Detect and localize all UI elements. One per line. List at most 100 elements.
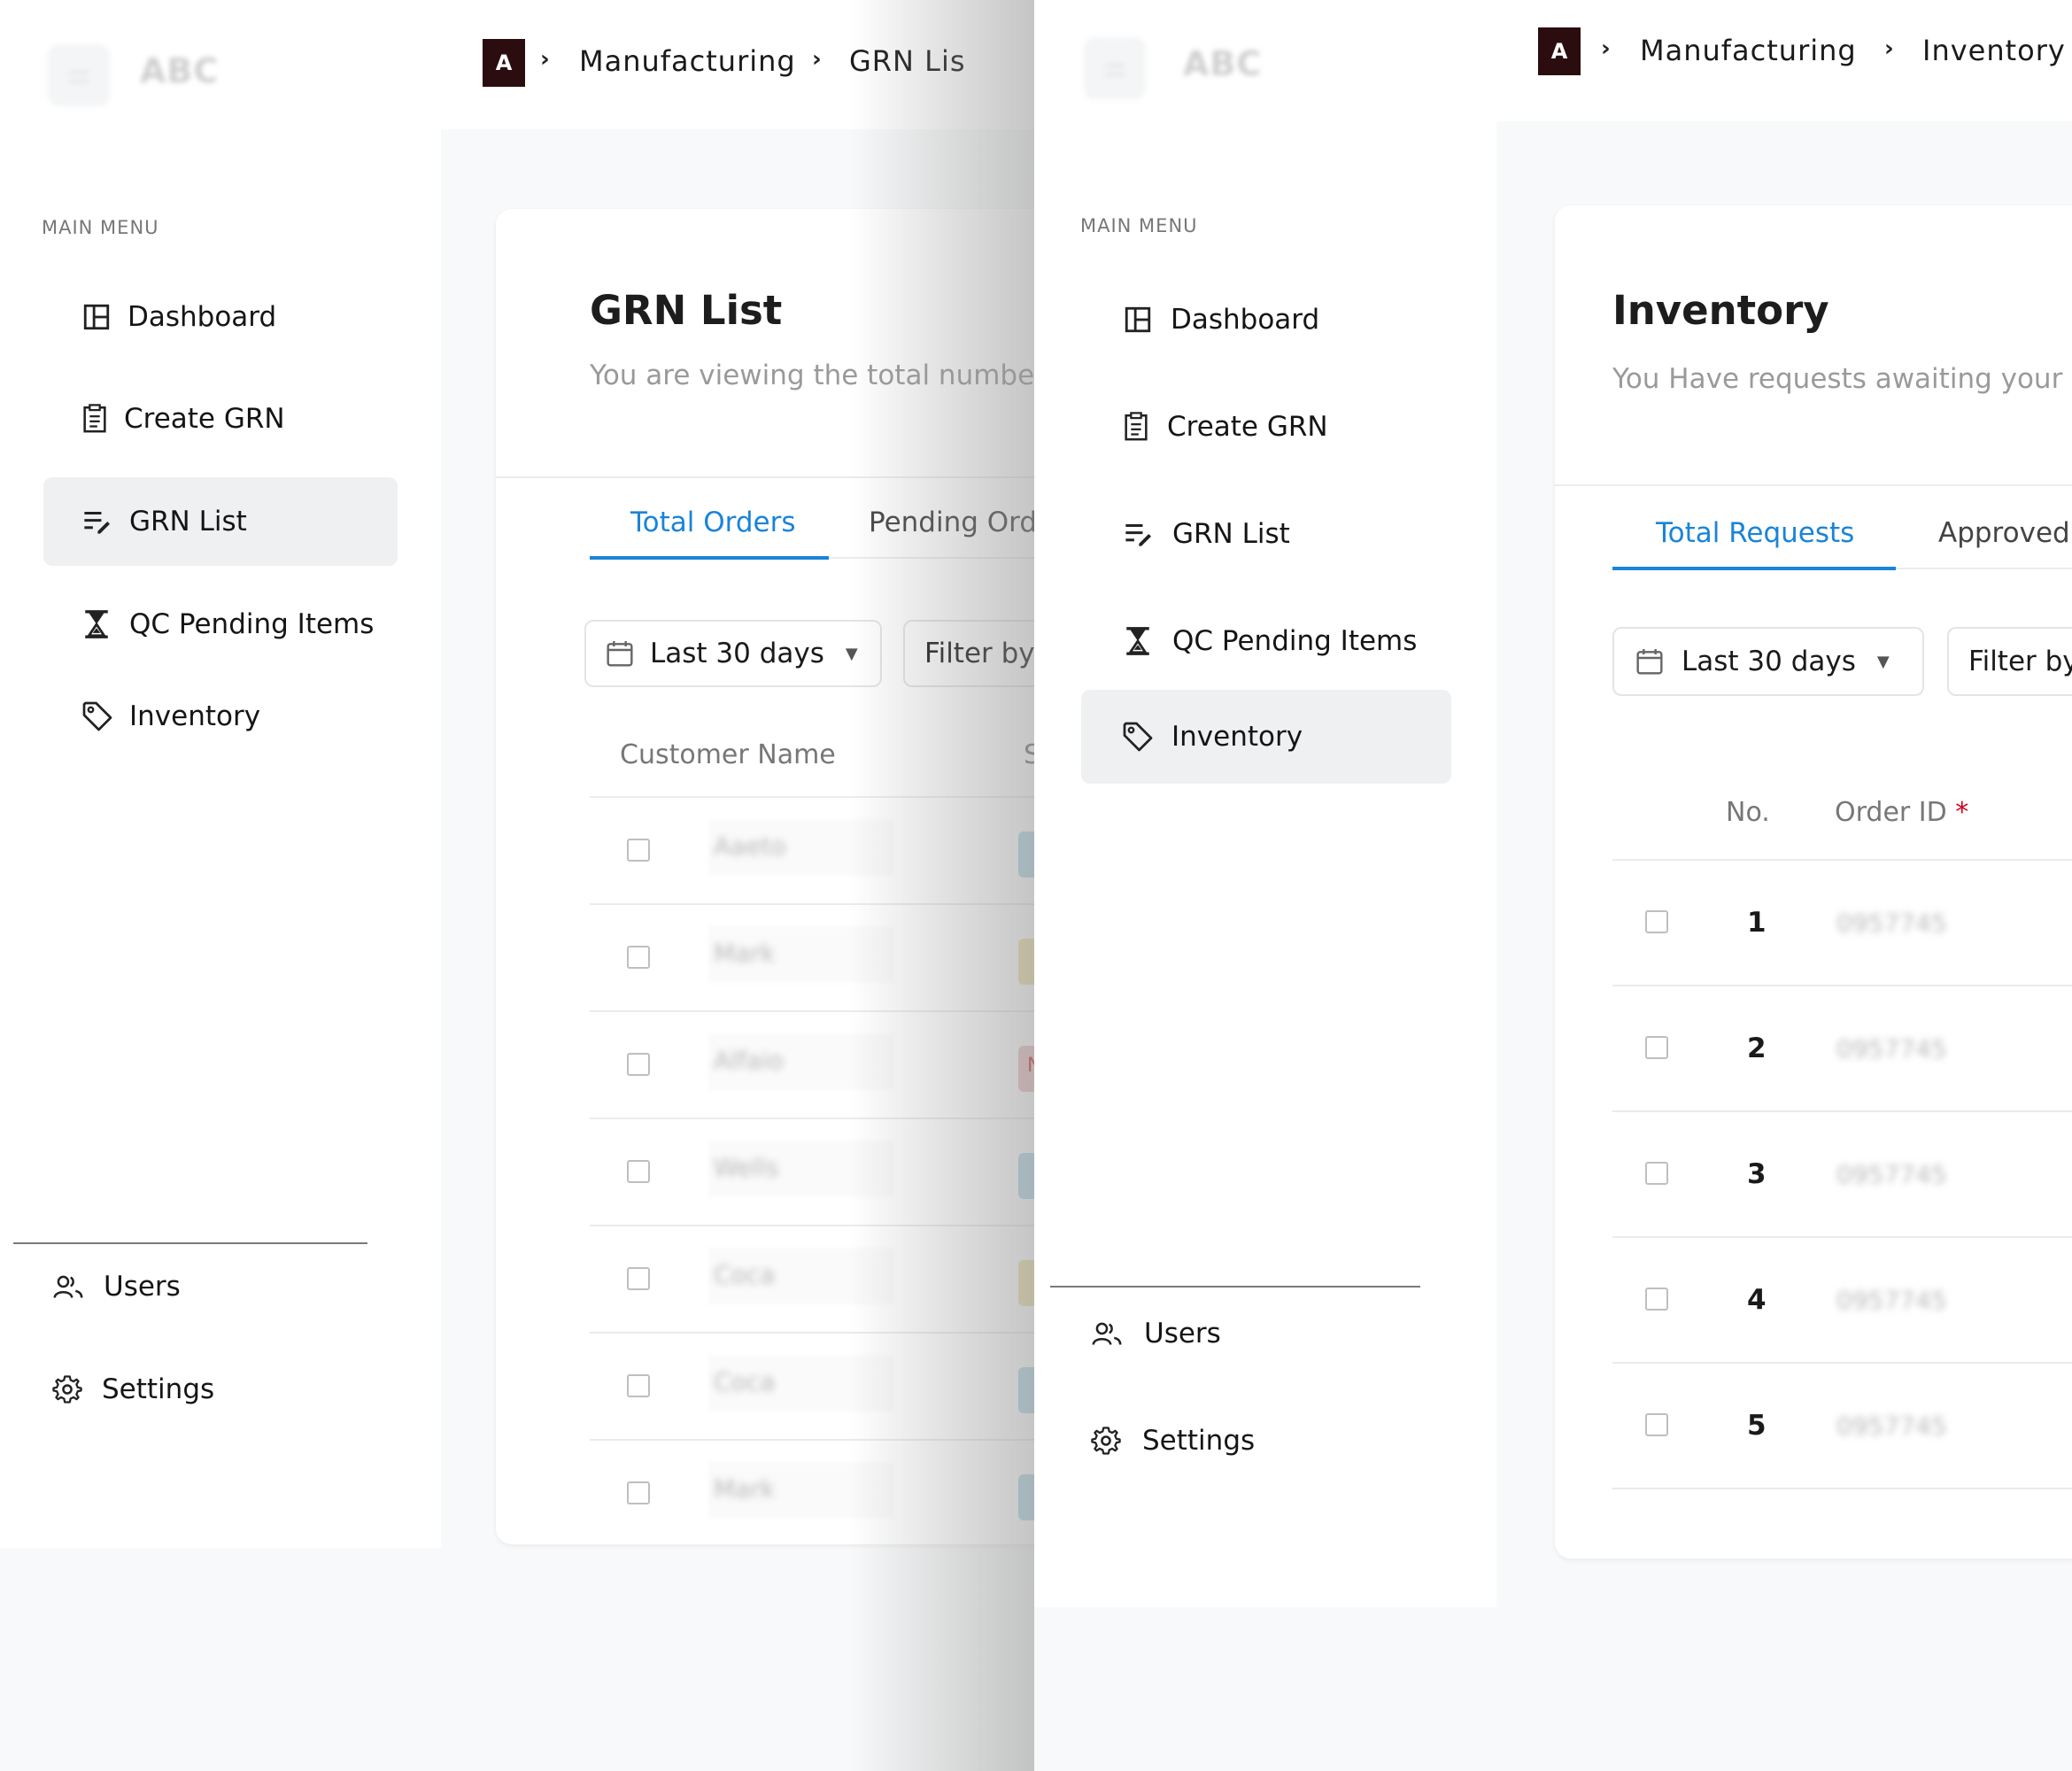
tab-total-orders[interactable]: Total Orders	[630, 507, 796, 538]
row-divider	[590, 1332, 1034, 1334]
active-tab-indicator	[1612, 567, 1896, 570]
sidebar-item-qc-pending[interactable]: QC Pending Items	[1082, 612, 1472, 670]
sidebar-item-label: Dashboard	[128, 301, 277, 333]
chevron-right-icon: ›	[1601, 35, 1611, 62]
row-checkbox[interactable]	[627, 1374, 650, 1397]
row-checkbox[interactable]	[1645, 1036, 1668, 1059]
sidebar-item-settings[interactable]: Settings	[13, 1360, 367, 1419]
sidebar-item-label: Create GRN	[124, 403, 285, 435]
date-range-dropdown[interactable]: Last 30 days ▼	[1612, 627, 1924, 696]
row-divider	[590, 903, 1034, 905]
row-divider	[1612, 1362, 2072, 1364]
status-badge	[1018, 831, 1034, 878]
caret-down-icon: ▼	[1876, 652, 1890, 671]
breadcrumb-current: Inventory	[1922, 34, 2066, 67]
customer-name: Wells	[714, 1153, 779, 1182]
date-range-dropdown[interactable]: Last 30 days ▼	[584, 620, 882, 687]
status-badge	[1018, 1367, 1034, 1413]
sidebar-item-inventory[interactable]: Inventory	[1081, 690, 1451, 784]
active-tab-indicator	[590, 556, 829, 560]
sidebar-item-dashboard[interactable]: Dashboard	[43, 288, 398, 346]
users-icon	[53, 1275, 83, 1298]
customer-name: Coca	[714, 1367, 776, 1396]
row-divider	[590, 1225, 1034, 1226]
caret-down-icon: ▼	[845, 644, 858, 663]
row-checkbox[interactable]	[1645, 910, 1668, 933]
order-id: 0957745	[1836, 1160, 1947, 1189]
row-checkbox[interactable]	[1645, 1413, 1668, 1436]
row-checkbox[interactable]	[627, 1160, 650, 1183]
row-divider	[590, 1118, 1034, 1119]
sidebar-item-label: GRN List	[129, 506, 247, 537]
filter-by-button[interactable]: Filter by	[1947, 627, 2072, 696]
row-divider	[1612, 985, 2072, 986]
sidebar-item-grn-list[interactable]: GRN List	[43, 477, 398, 566]
breadcrumb-home[interactable]: A	[1538, 27, 1581, 75]
filter-by-label: Filter by	[924, 638, 1034, 669]
hourglass-icon	[85, 610, 108, 638]
hamburger-menu-icon[interactable]	[1084, 37, 1146, 99]
filter-by-button[interactable]: Filter by	[903, 620, 1034, 687]
logo: ABC	[140, 51, 220, 90]
order-id: 0957745	[1836, 909, 1947, 938]
table-header-divider	[1612, 859, 2072, 861]
page-subtitle: You are viewing the total number	[590, 360, 1034, 391]
order-id: 0957745	[1836, 1411, 1947, 1441]
row-divider	[590, 1010, 1034, 1012]
filter-by-label: Filter by	[1968, 646, 2072, 677]
breadcrumb-current: GRN Lis	[849, 44, 966, 78]
row-checkbox[interactable]	[627, 839, 650, 862]
calendar-icon	[607, 641, 633, 667]
row-divider	[1612, 1236, 2072, 1238]
sidebar-item-grn-list[interactable]: GRN List	[1082, 505, 1454, 563]
status-badge	[1018, 1153, 1034, 1199]
column-header-status: S	[1024, 739, 1034, 770]
row-number: 4	[1747, 1284, 1767, 1316]
sidebar-item-qc-pending[interactable]: QC Pending Items	[43, 595, 433, 653]
sidebar-item-users[interactable]: Users	[1050, 1304, 1422, 1363]
hamburger-menu-icon[interactable]	[48, 44, 110, 106]
clipboard-icon	[83, 404, 106, 433]
sidebar-item-label: Create GRN	[1167, 411, 1328, 443]
table-header-divider	[590, 796, 1034, 798]
breadcrumb-manufacturing[interactable]: Manufacturing	[1640, 34, 1857, 67]
sidebar-item-dashboard[interactable]: Dashboard	[1082, 290, 1454, 349]
sidebar-item-settings[interactable]: Settings	[1050, 1411, 1422, 1470]
sidebar-item-users[interactable]: Users	[13, 1257, 367, 1316]
customer-name: Mark	[714, 939, 776, 968]
inventory-card: Inventory You Have requests awaiting you…	[1555, 205, 2072, 1558]
sidebar-item-label: Inventory	[1171, 721, 1303, 753]
main-menu-heading: MAIN MENU	[42, 217, 159, 238]
sidebar-item-create-grn[interactable]: Create GRN	[1082, 398, 1454, 456]
sidebar-item-create-grn[interactable]: Create GRN	[43, 390, 398, 448]
breadcrumb-manufacturing[interactable]: Manufacturing	[579, 44, 796, 78]
row-checkbox[interactable]	[1645, 1288, 1668, 1311]
row-checkbox[interactable]	[627, 1053, 650, 1076]
tab-approved[interactable]: Approved	[1938, 517, 2070, 549]
sidebar: ABC MAIN MENU Dashboard Create GRN GRN L…	[1034, 0, 1496, 1607]
sidebar-item-label: Users	[104, 1271, 181, 1303]
order-id-label: Order ID	[1835, 797, 1947, 828]
hourglass-icon	[1126, 627, 1149, 655]
customer-name: Alfaio	[714, 1046, 784, 1075]
chevron-right-icon: ›	[1884, 35, 1894, 62]
row-divider	[590, 1439, 1034, 1441]
tabs-divider	[1896, 568, 2072, 569]
sidebar-item-inventory[interactable]: Inventory	[43, 687, 398, 746]
row-checkbox[interactable]	[627, 1267, 650, 1290]
calendar-icon	[1636, 649, 1663, 675]
column-header-customer-name: Customer Name	[620, 739, 836, 770]
row-checkbox[interactable]	[627, 1481, 650, 1504]
row-checkbox[interactable]	[1645, 1162, 1668, 1185]
tab-pending-orders[interactable]: Pending Orde	[869, 507, 1034, 538]
tabs-divider	[829, 557, 1034, 559]
tag-icon	[1123, 722, 1153, 752]
sidebar-item-label: Dashboard	[1171, 304, 1320, 336]
row-checkbox[interactable]	[627, 946, 650, 969]
order-id: 0957745	[1836, 1286, 1947, 1315]
row-divider	[1612, 1110, 2072, 1112]
breadcrumb-home[interactable]: A	[483, 39, 525, 87]
tab-total-requests[interactable]: Total Requests	[1656, 517, 1854, 549]
chevron-right-icon: ›	[812, 46, 822, 73]
row-number: 2	[1747, 1032, 1767, 1064]
